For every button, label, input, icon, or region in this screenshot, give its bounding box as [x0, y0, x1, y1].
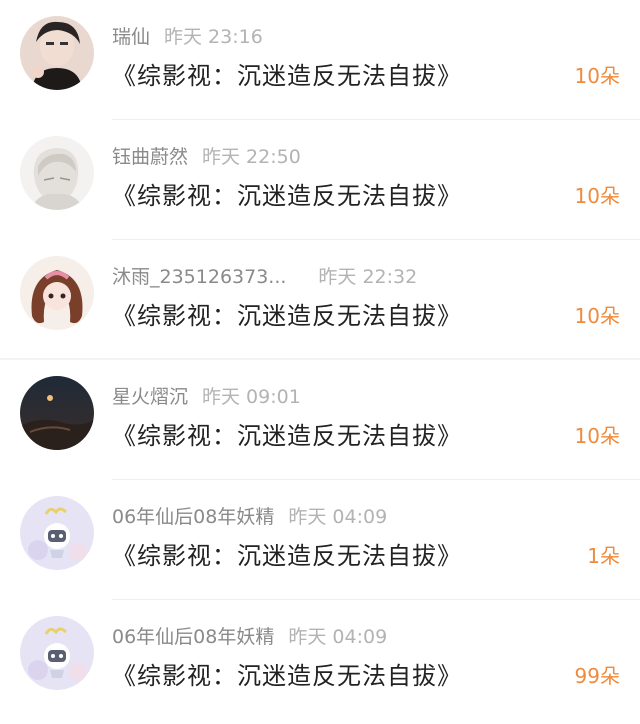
avatar-icon[interactable]	[20, 136, 94, 210]
avatar-icon[interactable]	[20, 496, 94, 570]
list-item[interactable]: 星火熠沉 昨天 09:01 《综影视：沉迷造反无法自拔》 10朵	[0, 360, 640, 480]
book-title[interactable]: 《综影视：沉迷造反无法自拔》	[112, 536, 462, 571]
gift-record-list: 瑞仙 昨天 23:16 《综影视：沉迷造反无法自拔》 10朵 钰曲蔚然 昨天 22:…	[0, 0, 640, 724]
timestamp: 昨天 22:32	[318, 266, 418, 288]
timestamp: 昨天 22:50	[202, 146, 301, 168]
avatar-icon[interactable]	[20, 376, 94, 450]
avatar-icon[interactable]	[20, 16, 94, 90]
gift-count: 1朵	[587, 544, 620, 568]
user-name[interactable]: 沐雨_235126373...	[112, 266, 286, 288]
book-title[interactable]: 《综影视：沉迷造反无法自拔》	[112, 416, 462, 451]
book-title[interactable]: 《综影视：沉迷造反无法自拔》	[112, 296, 462, 331]
gift-count: 10朵	[574, 304, 620, 328]
user-name[interactable]: 钰曲蔚然	[112, 146, 188, 168]
avatar-icon[interactable]	[20, 256, 94, 330]
gift-count: 99朵	[574, 664, 620, 688]
item-meta: 沐雨_235126373... 昨天 22:32	[112, 262, 417, 289]
list-item[interactable]: 06年仙后08年妖精 昨天 04:09 《综影视：沉迷造反无法自拔》 1朵	[0, 480, 640, 600]
timestamp: 昨天 04:09	[288, 626, 388, 648]
book-title[interactable]: 《综影视：沉迷造反无法自拔》	[112, 56, 462, 91]
item-meta: 06年仙后08年妖精 昨天 04:09	[112, 622, 387, 649]
item-meta: 06年仙后08年妖精 昨天 04:09	[112, 502, 387, 529]
item-meta: 星火熠沉 昨天 09:01	[112, 382, 301, 409]
timestamp: 昨天 09:01	[202, 386, 301, 408]
list-item[interactable]: 沐雨_235126373... 昨天 22:32 《综影视：沉迷造反无法自拔》 1…	[0, 240, 640, 360]
user-name[interactable]: 瑞仙	[112, 26, 150, 48]
item-meta: 瑞仙 昨天 23:16	[112, 22, 263, 49]
item-meta: 钰曲蔚然 昨天 22:50	[112, 142, 301, 169]
user-name[interactable]: 06年仙后08年妖精	[112, 626, 274, 648]
user-name[interactable]: 星火熠沉	[112, 386, 188, 408]
book-title[interactable]: 《综影视：沉迷造反无法自拔》	[112, 656, 462, 691]
timestamp: 昨天 04:09	[288, 506, 388, 528]
gift-count: 10朵	[574, 184, 620, 208]
timestamp: 昨天 23:16	[164, 26, 263, 48]
user-name[interactable]: 06年仙后08年妖精	[112, 506, 274, 528]
gift-count: 10朵	[574, 64, 620, 88]
gift-count: 10朵	[574, 424, 620, 448]
list-item[interactable]: 瑞仙 昨天 23:16 《综影视：沉迷造反无法自拔》 10朵	[0, 0, 640, 120]
list-item[interactable]: 06年仙后08年妖精 昨天 04:09 《综影视：沉迷造反无法自拔》 99朵	[0, 600, 640, 720]
avatar-icon[interactable]	[20, 616, 94, 690]
list-item[interactable]: 钰曲蔚然 昨天 22:50 《综影视：沉迷造反无法自拔》 10朵	[0, 120, 640, 240]
book-title[interactable]: 《综影视：沉迷造反无法自拔》	[112, 176, 462, 211]
